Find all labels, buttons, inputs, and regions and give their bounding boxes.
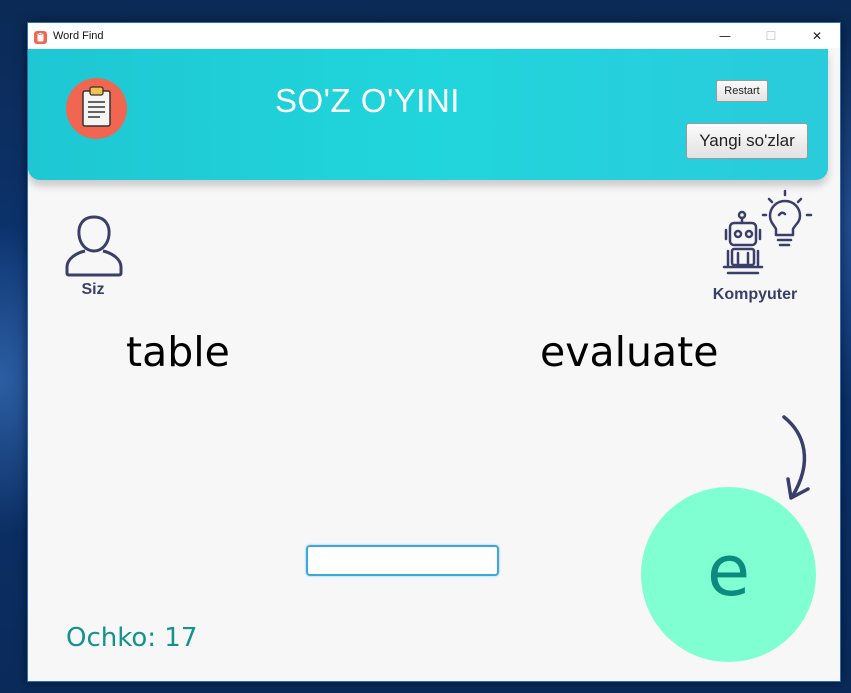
user-label: Siz [81, 281, 105, 298]
clipboard-icon [66, 78, 127, 139]
window-title: Word Find [53, 29, 104, 42]
page-title: SO'Z O'YINI [275, 82, 460, 119]
new-words-button[interactable]: Yangi so'zlar [686, 123, 808, 159]
maximize-button[interactable]: ☐ [748, 23, 794, 48]
minimize-icon: — [719, 28, 731, 43]
computer-word: evaluate [540, 328, 719, 376]
current-letter-circle: e [641, 487, 816, 662]
header-banner: SO'Z O'YINI Restart Yangi so'zlar [28, 49, 828, 180]
restart-button[interactable]: Restart [716, 80, 768, 102]
score-label: Ochko: 17 [66, 623, 198, 653]
title-bar[interactable]: Word Find — ☐ ✕ [28, 23, 840, 48]
user-word: table [126, 328, 230, 376]
app-icon [34, 29, 47, 44]
maximize-icon: ☐ [765, 28, 777, 43]
curved-arrow-icon [768, 413, 828, 503]
app-window: Word Find — ☐ ✕ SO'Z O'YINI Restart Yang… [27, 22, 841, 682]
user-icon [64, 213, 124, 277]
close-button[interactable]: ✕ [794, 23, 840, 48]
computer-label: Kompyuter [712, 286, 798, 303]
word-input[interactable] [306, 545, 499, 576]
current-letter: e [706, 529, 751, 612]
minimize-button[interactable]: — [702, 23, 748, 48]
robot-lightbulb-icon [722, 189, 817, 281]
close-icon: ✕ [811, 28, 823, 43]
